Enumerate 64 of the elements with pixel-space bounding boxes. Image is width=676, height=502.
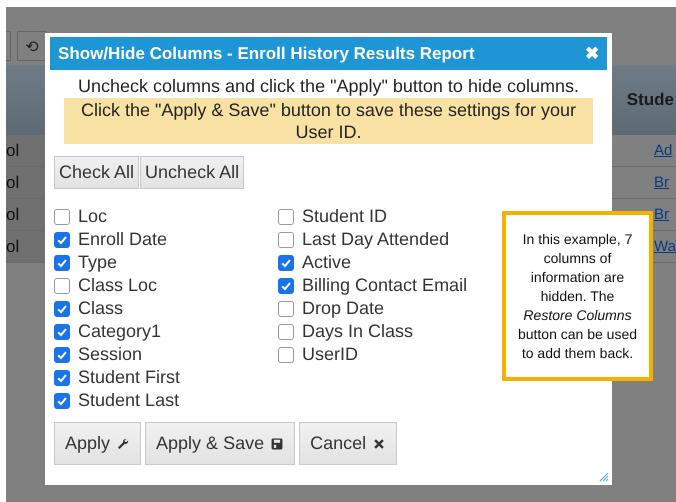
checkbox[interactable] [54, 208, 70, 224]
instruction-text: Uncheck columns and click the "Apply" button to hide columns. [76, 76, 580, 97]
check-icon [56, 326, 68, 338]
checkbox[interactable] [54, 278, 70, 294]
check-icon [56, 302, 68, 314]
checkbox[interactable] [54, 324, 70, 340]
checkbox-label: Session [78, 344, 142, 365]
check-icon [56, 372, 68, 384]
checkbox[interactable] [278, 208, 294, 224]
action-button[interactable]: Cancel [299, 422, 398, 465]
checkbox[interactable] [54, 254, 70, 270]
checkbox-label: UserID [302, 344, 358, 365]
table-cell: ol [6, 167, 45, 198]
check-icon [56, 394, 68, 406]
checkbox-label: Student First [78, 367, 180, 388]
name-link[interactable]: Br [654, 206, 676, 223]
checkbox[interactable] [278, 278, 294, 294]
checkbox[interactable] [278, 346, 294, 362]
check-icon [56, 348, 68, 360]
table-cell: ol [6, 199, 45, 230]
checkbox-label: Student Last [78, 390, 180, 411]
checkbox-label: Days In Class [302, 321, 414, 342]
checkbox-label: Class Loc [78, 275, 158, 296]
checkbox-label: Student ID [302, 206, 388, 227]
save-icon [270, 436, 284, 450]
checkbox-label: Last Day Attended [302, 229, 450, 250]
checkbox-label: Type [78, 252, 118, 273]
checkbox-label: Enroll Date [78, 229, 168, 250]
checkbox[interactable] [54, 370, 70, 386]
bulk-button[interactable]: Uncheck All [140, 156, 244, 189]
checkbox[interactable] [278, 254, 294, 270]
name-link[interactable]: Ad [654, 142, 676, 159]
checkbox[interactable] [54, 392, 70, 408]
action-button[interactable]: Apply [54, 422, 142, 465]
checkbox[interactable] [54, 300, 70, 316]
close-button[interactable]: ✖ [585, 43, 599, 64]
check-icon [280, 256, 292, 268]
callout-text: In this example, 7 columns of information are hidden. The Restore Columns button can be used to add them back. [516, 230, 638, 362]
checkbox-label: Class [78, 298, 124, 319]
checkbox-label: Billing Contact Email [302, 275, 468, 296]
checkbox-label: Loc [78, 206, 108, 227]
column-header: Stude [626, 90, 674, 110]
checkbox-label: Category1 [78, 321, 162, 342]
checkbox[interactable] [54, 346, 70, 362]
checkbox[interactable] [278, 232, 294, 248]
check-icon [280, 280, 292, 292]
close-icon [372, 436, 386, 450]
dialog-title: Show/Hide Columns - Enroll History Results Report [58, 44, 475, 64]
check-icon [56, 256, 68, 268]
checkbox-label: Active [302, 252, 352, 273]
resize-grip-icon[interactable] [599, 472, 609, 482]
checkbox-label: Drop Date [302, 298, 384, 319]
action-button[interactable]: Apply & Save [145, 422, 296, 465]
bulk-button[interactable]: Check All [54, 156, 140, 189]
note-text: Click the "Apply & Save" button to save these settings for your User ID. [64, 98, 593, 144]
name-link[interactable]: Br [654, 174, 676, 191]
wrench-icon [116, 436, 130, 450]
table-cell: ol [6, 231, 45, 262]
checkbox[interactable] [278, 324, 294, 340]
checkbox[interactable] [278, 300, 294, 316]
name-link[interactable]: Wa [654, 238, 676, 255]
checkbox[interactable] [54, 232, 70, 248]
table-cell: ol [6, 135, 45, 166]
check-icon [56, 234, 68, 246]
